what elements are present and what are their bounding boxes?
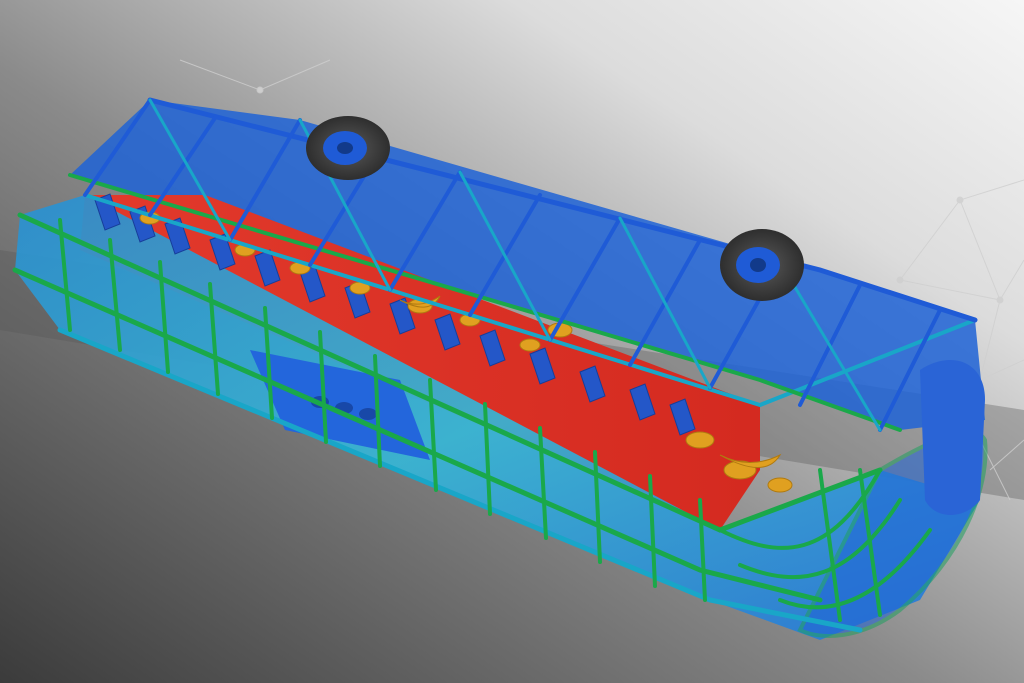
bus-crash-render <box>0 0 1024 683</box>
front-wheel <box>306 116 390 180</box>
simulation-render <box>0 0 1024 683</box>
end-panel <box>920 360 985 515</box>
rear-wheel <box>720 229 804 301</box>
